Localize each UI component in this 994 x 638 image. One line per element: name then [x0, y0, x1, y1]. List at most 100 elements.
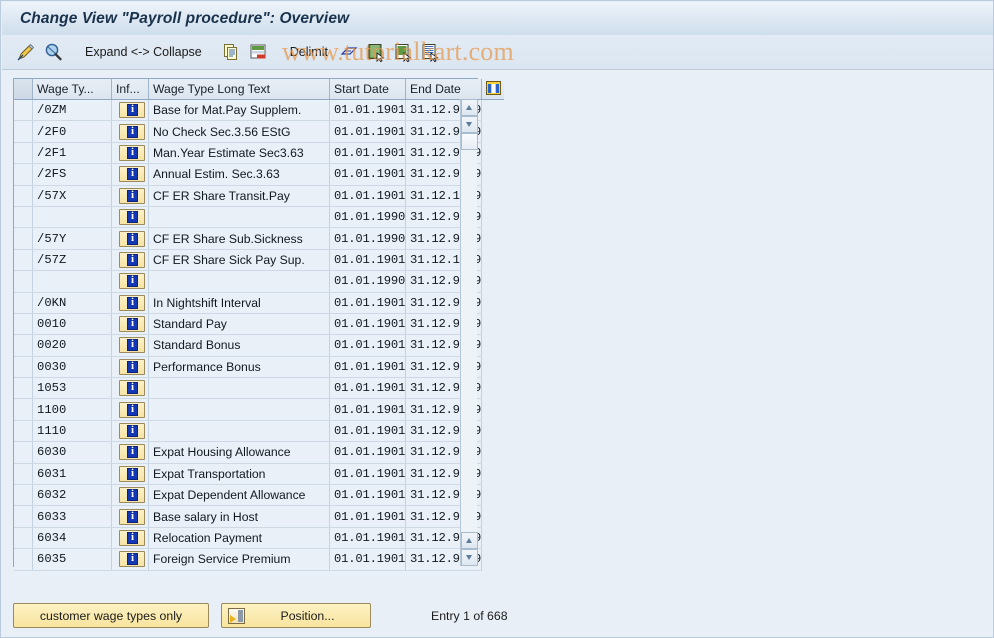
- cell-start-date[interactable]: 01.01.1901: [329, 441, 406, 464]
- info-icon[interactable]: [119, 337, 145, 354]
- cell-long-text[interactable]: Man.Year Estimate Sec3.63: [148, 142, 330, 165]
- cell-info[interactable]: [111, 120, 149, 143]
- cell-long-text[interactable]: Expat Housing Allowance: [148, 441, 330, 464]
- info-icon[interactable]: [119, 358, 145, 375]
- info-icon[interactable]: [119, 209, 145, 226]
- cell-info[interactable]: [111, 377, 149, 400]
- cell-wage-type[interactable]: [32, 270, 112, 293]
- cell-start-date[interactable]: 01.01.1901: [329, 463, 406, 486]
- table-row[interactable]: /2F0No Check Sec.3.56 EStG01.01.190131.1…: [14, 120, 504, 143]
- cell-long-text[interactable]: CF ER Share Sick Pay Sup.: [148, 249, 330, 272]
- cell-long-text[interactable]: Foreign Service Premium: [148, 548, 330, 571]
- table-row[interactable]: /2FSAnnual Estim. Sec.3.6301.01.190131.1…: [14, 163, 504, 186]
- row-select-cell[interactable]: [14, 227, 33, 250]
- row-select-cell[interactable]: [14, 356, 33, 379]
- column-header-select[interactable]: [14, 79, 33, 100]
- cell-info[interactable]: [111, 227, 149, 250]
- row-select-cell[interactable]: [14, 313, 33, 336]
- row-select-cell[interactable]: [14, 249, 33, 272]
- cell-wage-type[interactable]: /2FS: [32, 163, 112, 186]
- info-icon[interactable]: [119, 316, 145, 333]
- table-row[interactable]: 0030Performance Bonus01.01.190131.12.999…: [14, 356, 504, 379]
- cell-wage-type[interactable]: 6034: [32, 527, 112, 550]
- cell-info[interactable]: [111, 527, 149, 550]
- row-select-cell[interactable]: [14, 292, 33, 314]
- cell-start-date[interactable]: 01.01.1901: [329, 398, 406, 421]
- table-row[interactable]: 6031Expat Transportation01.01.190131.12.…: [14, 463, 504, 486]
- customer-wage-types-only-button[interactable]: customer wage types only: [13, 603, 209, 628]
- row-select-cell[interactable]: [14, 398, 33, 421]
- cell-long-text[interactable]: Annual Estim. Sec.3.63: [148, 163, 330, 186]
- copy-icon[interactable]: [219, 40, 243, 64]
- cell-info[interactable]: [111, 505, 149, 528]
- cell-long-text[interactable]: CF ER Share Transit.Pay: [148, 185, 330, 207]
- cell-info[interactable]: [111, 270, 149, 293]
- cell-long-text[interactable]: [148, 398, 330, 421]
- cell-wage-type[interactable]: /0ZM: [32, 99, 112, 122]
- row-select-cell[interactable]: [14, 548, 33, 571]
- table-vertical-scrollbar[interactable]: [460, 99, 478, 566]
- row-select-cell[interactable]: [14, 142, 33, 165]
- cell-start-date[interactable]: 01.01.1901: [329, 505, 406, 528]
- table-settings-button[interactable]: [481, 79, 504, 100]
- cell-start-date[interactable]: 01.01.1990: [329, 206, 406, 229]
- info-icon[interactable]: [119, 187, 145, 204]
- info-icon[interactable]: [119, 530, 145, 546]
- cell-long-text[interactable]: Expat Dependent Allowance: [148, 484, 330, 507]
- cell-wage-type[interactable]: 0020: [32, 334, 112, 357]
- cell-info[interactable]: [111, 334, 149, 357]
- cell-long-text[interactable]: [148, 377, 330, 400]
- scroll-up-arrow-icon[interactable]: [461, 99, 478, 116]
- table-row[interactable]: 6034Relocation Payment01.01.190131.12.99…: [14, 527, 504, 550]
- table-row[interactable]: 6032Expat Dependent Allowance01.01.19013…: [14, 484, 504, 507]
- select-all-icon[interactable]: [364, 40, 388, 64]
- table-row[interactable]: 110001.01.190131.12.9999: [14, 398, 504, 421]
- column-header-start-date[interactable]: Start Date: [329, 79, 406, 100]
- row-select-cell[interactable]: [14, 99, 33, 122]
- cell-start-date[interactable]: 01.01.1901: [329, 356, 406, 379]
- cell-info[interactable]: [111, 313, 149, 336]
- cell-info[interactable]: [111, 463, 149, 486]
- cell-wage-type[interactable]: 0030: [32, 356, 112, 379]
- table-row[interactable]: /57XCF ER Share Transit.Pay01.01.190131.…: [14, 185, 504, 207]
- row-select-cell[interactable]: [14, 441, 33, 464]
- table-row[interactable]: 01.01.199031.12.9999: [14, 270, 504, 293]
- info-icon[interactable]: [119, 401, 145, 418]
- cell-info[interactable]: [111, 398, 149, 421]
- cell-start-date[interactable]: 01.01.1901: [329, 163, 406, 186]
- info-icon[interactable]: [119, 444, 145, 461]
- cell-wage-type[interactable]: 1100: [32, 398, 112, 421]
- row-select-cell[interactable]: [14, 527, 33, 550]
- table-row[interactable]: 105301.01.190131.12.9999: [14, 377, 504, 400]
- cell-long-text[interactable]: In Nightshift Interval: [148, 292, 330, 314]
- row-select-cell[interactable]: [14, 120, 33, 143]
- cell-info[interactable]: [111, 484, 149, 507]
- cell-wage-type[interactable]: /2F0: [32, 120, 112, 143]
- cell-info[interactable]: [111, 292, 149, 314]
- info-icon[interactable]: [119, 251, 145, 268]
- position-button[interactable]: Position...: [221, 603, 371, 628]
- cell-start-date[interactable]: 01.01.1901: [329, 249, 406, 272]
- column-header-long-text[interactable]: Wage Type Long Text: [148, 79, 330, 100]
- cell-long-text[interactable]: Expat Transportation: [148, 463, 330, 486]
- cell-wage-type[interactable]: 1110: [32, 420, 112, 443]
- magnifier-icon[interactable]: [41, 40, 65, 64]
- cell-wage-type[interactable]: 6030: [32, 441, 112, 464]
- cell-info[interactable]: [111, 356, 149, 379]
- cell-start-date[interactable]: 01.01.1901: [329, 420, 406, 443]
- cell-start-date[interactable]: 01.01.1901: [329, 527, 406, 550]
- info-icon[interactable]: [119, 508, 145, 525]
- cell-info[interactable]: [111, 185, 149, 207]
- cell-long-text[interactable]: CF ER Share Sub.Sickness: [148, 227, 330, 250]
- scroll-page-up-arrow-icon[interactable]: [461, 532, 478, 549]
- cell-long-text[interactable]: [148, 420, 330, 443]
- undo-icon[interactable]: [337, 40, 361, 64]
- cell-start-date[interactable]: 01.01.1901: [329, 484, 406, 507]
- cell-wage-type[interactable]: 6035: [32, 548, 112, 571]
- cell-long-text[interactable]: Relocation Payment: [148, 527, 330, 550]
- cell-wage-type[interactable]: [32, 206, 112, 229]
- info-icon[interactable]: [119, 465, 145, 482]
- row-select-cell[interactable]: [14, 420, 33, 443]
- scrollbar-thumb[interactable]: [461, 133, 478, 150]
- column-header-wage-type[interactable]: Wage Ty...: [32, 79, 112, 100]
